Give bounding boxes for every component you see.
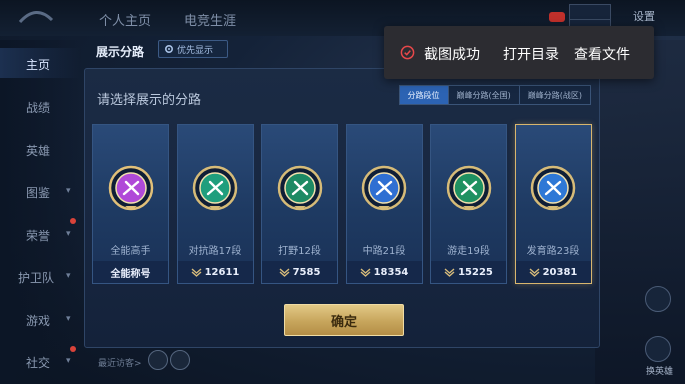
tab-lane-rank[interactable]: 分路段位 (399, 86, 448, 104)
game-logo-icon (18, 11, 54, 24)
settings-button[interactable]: 设置 (633, 8, 655, 24)
lane-card-value: 18354 (373, 266, 409, 278)
lane-card-label: 全能高手 (110, 246, 151, 257)
sidebar-item-heroes[interactable]: 英雄 (26, 142, 50, 159)
lane-card-score: 7585 (262, 261, 337, 283)
tab-profile[interactable]: 个人主页 (99, 10, 151, 29)
toast-message: 截图成功 (424, 47, 480, 63)
priority-display-label: 优先显示 (177, 45, 214, 56)
recent-visitors-link[interactable]: 最近访客> (98, 356, 142, 369)
switch-hero-icon[interactable] (645, 336, 671, 362)
tab-esports-career[interactable]: 电竞生涯 (184, 10, 236, 29)
panel-title: 展示分路 (96, 45, 145, 59)
lane-card-value: 7585 (292, 266, 321, 278)
sidebar-item-collection[interactable]: 图鉴 (26, 184, 50, 201)
visitor-avatar[interactable] (148, 350, 168, 370)
sidebar-item-game[interactable]: 游戏 (26, 312, 50, 329)
lane-card-score: 18354 (346, 261, 422, 283)
lane-tabs: 分路段位 巅峰分路(全国) 巅峰分路(战区) (398, 85, 591, 105)
sidebar-item-home[interactable]: 主页 (26, 56, 50, 73)
hero-art-area (595, 40, 685, 384)
chevron-down-icon: ▾ (66, 229, 71, 239)
lane-card-value: 20381 (542, 266, 578, 278)
lane-card-label: 对抗路17段 (188, 246, 242, 257)
lane-card-roam[interactable]: 游走19段 15225 (430, 124, 507, 284)
switch-hero-label[interactable]: 换英雄 (646, 364, 673, 377)
gear-icon (164, 44, 174, 54)
lane-card-score: 20381 (515, 261, 591, 283)
notification-badge (549, 12, 565, 22)
lane-card-farm-lane[interactable]: 发育路23段 20381 (514, 124, 592, 284)
panel-subtitle: 请选择展示的分路 (97, 93, 202, 108)
lane-card-mid-lane[interactable]: 中路21段 18354 (345, 124, 423, 284)
lane-card-score: 15225 (431, 261, 506, 283)
rank-chevron-icon (360, 267, 371, 277)
view-file-link[interactable]: 查看文件 (574, 44, 630, 64)
chevron-down-icon: ▾ (66, 356, 71, 366)
priority-display-button[interactable]: 优先显示 (158, 40, 228, 58)
all-round-emblem-icon (108, 165, 153, 211)
side-action-icon[interactable] (645, 286, 671, 312)
lane-card-all-round[interactable]: 全能高手 全能称号 (92, 124, 169, 284)
lane-card-value: 全能称号 (110, 268, 151, 280)
lane-card-score: 12611 (177, 261, 253, 283)
chevron-down-icon: ▾ (66, 186, 71, 196)
chevron-down-icon: ▾ (66, 271, 71, 281)
mid-lane-emblem-icon (361, 165, 407, 211)
farm-lane-emblem-icon (530, 165, 576, 211)
visitor-avatar[interactable] (170, 350, 190, 370)
check-circle-icon (400, 45, 415, 60)
notification-dot (70, 346, 76, 352)
lane-card-label: 打野12段 (278, 246, 321, 257)
lane-card-label: 游走19段 (447, 246, 490, 257)
notification-dot (70, 218, 76, 224)
lane-selection-panel: 请选择展示的分路 分路段位 巅峰分路(全国) 巅峰分路(战区) 全能高手全能称号… (84, 68, 600, 348)
lane-card-value: 12611 (204, 266, 240, 278)
lane-card-clash-lane[interactable]: 对抗路17段 12611 (176, 124, 254, 284)
roam-emblem-icon (446, 165, 491, 211)
lane-card-label: 中路21段 (362, 246, 406, 257)
screenshot-toast: 截图成功 打开目录 查看文件 (384, 26, 654, 79)
lane-card-label: 发育路23段 (526, 246, 580, 257)
rank-chevron-icon (444, 267, 455, 277)
jungle-emblem-icon (277, 165, 322, 211)
lane-card-score: 全能称号 (93, 261, 168, 283)
tab-peak-region[interactable]: 巅峰分路(战区) (518, 86, 590, 104)
chevron-down-icon: ▾ (66, 314, 71, 324)
tab-peak-national[interactable]: 巅峰分路(全国) (447, 86, 519, 104)
open-directory-link[interactable]: 打开目录 (503, 44, 559, 64)
rank-chevron-icon (529, 267, 540, 277)
status-indicator (569, 4, 611, 20)
confirm-button[interactable]: 确定 (284, 304, 404, 336)
lane-card-jungle[interactable]: 打野12段 7585 (261, 124, 338, 284)
sidebar-item-social[interactable]: 社交 (26, 354, 50, 371)
sidebar-item-honor[interactable]: 荣誉 (26, 227, 50, 244)
lane-card-value: 15225 (458, 266, 493, 278)
rank-chevron-icon (279, 267, 290, 277)
clash-lane-emblem-icon (192, 165, 238, 211)
sidebar-item-guard[interactable]: 护卫队 (18, 269, 54, 286)
sidebar (0, 40, 82, 384)
rank-chevron-icon (191, 267, 202, 277)
sidebar-item-record[interactable]: 战绩 (26, 99, 50, 116)
